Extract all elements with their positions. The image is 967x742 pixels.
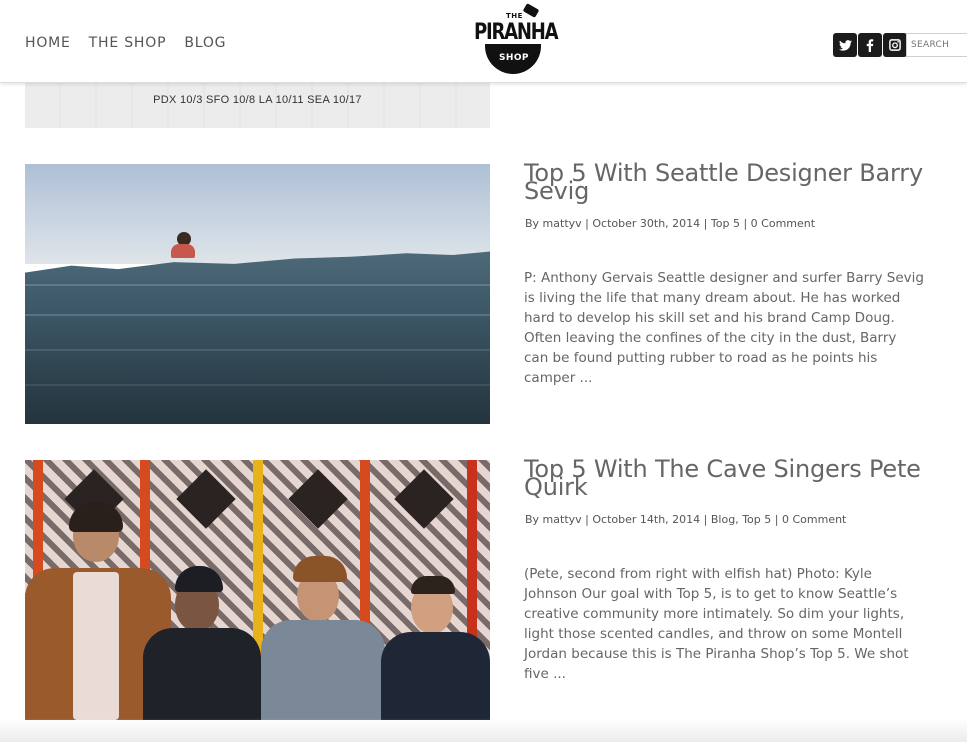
post-2-date[interactable]: October 14th, 2014	[592, 513, 700, 526]
nav-blog-link[interactable]: BLOG	[184, 35, 226, 51]
sky-area	[25, 164, 490, 264]
search-input[interactable]	[906, 33, 967, 57]
piranha-shop-logo[interactable]: THE PIRANHA SHOP	[472, 3, 559, 74]
surfer-body	[171, 244, 195, 258]
post-1-title[interactable]: Top 5 With Seattle Designer Barry Sevig	[524, 161, 944, 203]
post-2-categories[interactable]: Blog, Top 5	[711, 513, 771, 526]
twitter-icon[interactable]	[833, 33, 857, 57]
logo-shop-text: SHOP	[499, 53, 529, 63]
post-2-excerpt: (Pete, second from right with elfish hat…	[524, 566, 909, 682]
meta-separator: |	[585, 217, 589, 230]
site-header: HOME THE SHOP BLOG THE PIRANHA SHOP	[0, 0, 967, 83]
tour-dates-text: PDX 10/3 SFO 10/8 LA 10/11 SEA 10/17	[153, 94, 362, 106]
meta-separator: |	[703, 513, 708, 526]
logo-name-text: PIRANHA	[474, 20, 559, 45]
tour-dates-banner[interactable]: PDX 10/3 SFO 10/8 LA 10/11 SEA 10/17	[25, 83, 490, 128]
post-2-title[interactable]: Top 5 With The Cave Singers Pete Quirk	[524, 457, 944, 499]
wave-ripple	[25, 384, 490, 386]
post-1-date[interactable]: October 30th, 2014	[592, 217, 700, 230]
logo-the-text: THE	[506, 12, 523, 20]
meta-separator: |	[743, 217, 748, 230]
post-1-excerpt: P: Anthony Gervais Seattle designer and …	[524, 270, 924, 386]
post-1-author[interactable]: By mattyv	[525, 217, 582, 230]
post-2-comments[interactable]: 0 Comment	[782, 513, 846, 526]
wave-ripple	[25, 284, 490, 286]
post-1-categories[interactable]: Top 5	[711, 217, 740, 230]
wave-ripple	[25, 314, 490, 316]
wave-ripple	[25, 349, 490, 351]
post-1-meta: By mattyv | October 30th, 2014 | Top 5 |…	[525, 217, 815, 230]
post-2-meta: By mattyv | October 14th, 2014 | Blog, T…	[525, 513, 846, 526]
bottom-fade	[0, 718, 967, 742]
logo-fin-shape	[522, 3, 540, 18]
post-1-comments[interactable]: 0 Comment	[751, 217, 815, 230]
main-nav: HOME THE SHOP BLOG	[25, 35, 244, 51]
meta-separator: |	[585, 513, 589, 526]
social-links	[833, 33, 908, 57]
sea-area	[25, 251, 490, 424]
post-2-image[interactable]	[25, 460, 490, 720]
post-2-author[interactable]: By mattyv	[525, 513, 582, 526]
nav-home-link[interactable]: HOME	[25, 35, 71, 51]
post-1-image[interactable]	[25, 164, 490, 424]
instagram-icon[interactable]	[883, 33, 907, 57]
meta-separator: |	[774, 513, 779, 526]
facebook-icon[interactable]	[858, 33, 882, 57]
nav-shop-link[interactable]: THE SHOP	[89, 35, 167, 51]
meta-separator: |	[703, 217, 708, 230]
